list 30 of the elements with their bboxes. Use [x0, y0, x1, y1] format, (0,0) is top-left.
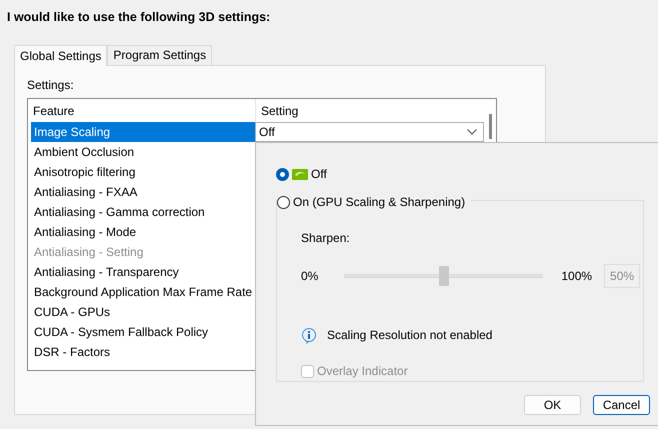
tab[interactable]: Global Settings — [14, 45, 108, 66]
chevron-icon — [467, 129, 477, 135]
list-item[interactable]: Antialiasing - Gamma correction — [31, 202, 255, 222]
dropdown[interactable]: Off — [255, 122, 484, 142]
option-label[interactable]: On (GPU Scaling & Sharpening) — [293, 193, 466, 211]
logo-icon — [292, 168, 308, 180]
info-text: Scaling Resolution not enabled — [327, 327, 492, 344]
slider-min-label: 0% — [301, 268, 318, 285]
list-item[interactable]: CUDA - GPUs — [31, 302, 255, 322]
tab[interactable]: Program Settings — [107, 45, 212, 65]
list-item[interactable]: Antialiasing - FXAA — [31, 182, 255, 202]
list-item[interactable]: Anisotropic filtering — [31, 162, 255, 182]
list-item[interactable]: CUDA - Sysmem Fallback Policy — [31, 322, 255, 342]
list-item[interactable]: Background Application Max Frame Rate — [31, 282, 255, 302]
slider-max-label: 100% — [561, 268, 592, 285]
dialog-button[interactable]: Cancel — [593, 395, 650, 415]
dialog-button[interactable]: OK — [524, 395, 581, 415]
list-item[interactable]: Ambient Occlusion — [31, 142, 255, 162]
info-icon — [301, 326, 317, 344]
list-item[interactable]: Image Scaling — [31, 122, 255, 142]
column-header[interactable]: Feature — [28, 102, 255, 120]
sharpen-label: Sharpen: — [301, 230, 351, 247]
list-item[interactable]: DSR - Factors — [31, 342, 255, 362]
settings-label: Settings: — [27, 77, 75, 94]
list-item[interactable]: Antialiasing - Transparency — [31, 262, 255, 282]
radio-button[interactable] — [276, 168, 289, 180]
option-label[interactable]: Off — [311, 165, 327, 183]
list-item[interactable]: Antialiasing - Mode — [31, 222, 255, 242]
page-heading: I would like to use the following 3D settings: — [6, 9, 272, 26]
radio-button[interactable] — [277, 196, 290, 208]
